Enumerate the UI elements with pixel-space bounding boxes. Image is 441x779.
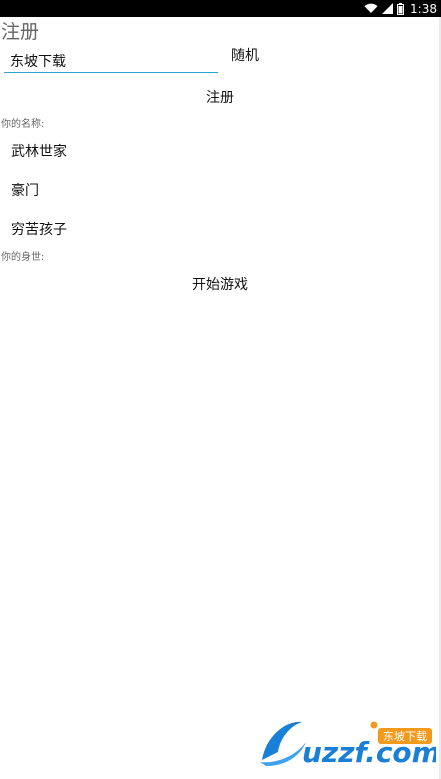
- background-option-martial-family[interactable]: 武林世家: [11, 141, 67, 163]
- wifi-icon: [364, 3, 378, 14]
- page-title: 注册: [1, 21, 40, 43]
- random-button[interactable]: 随机: [226, 46, 264, 66]
- status-time: 1:38: [410, 1, 437, 16]
- battery-icon: [397, 2, 405, 15]
- uzzf-watermark-logo: 东坡下载 uzzf.com: [256, 716, 436, 768]
- background-option-wealthy-family[interactable]: 豪门: [11, 180, 39, 202]
- name-input[interactable]: [4, 49, 218, 73]
- signal-icon: [382, 3, 394, 14]
- register-button[interactable]: 注册: [190, 88, 250, 108]
- status-icons: 1:38: [364, 0, 437, 17]
- your-name-label: 你的名称:: [1, 119, 45, 130]
- watermark-brand: uzzf.com: [302, 736, 436, 768]
- background-option-poor-child[interactable]: 穷苦孩子: [11, 219, 67, 241]
- your-background-label: 你的身世:: [1, 252, 45, 263]
- start-game-button[interactable]: 开始游戏: [180, 275, 260, 295]
- status-bar: 1:38: [0, 0, 441, 17]
